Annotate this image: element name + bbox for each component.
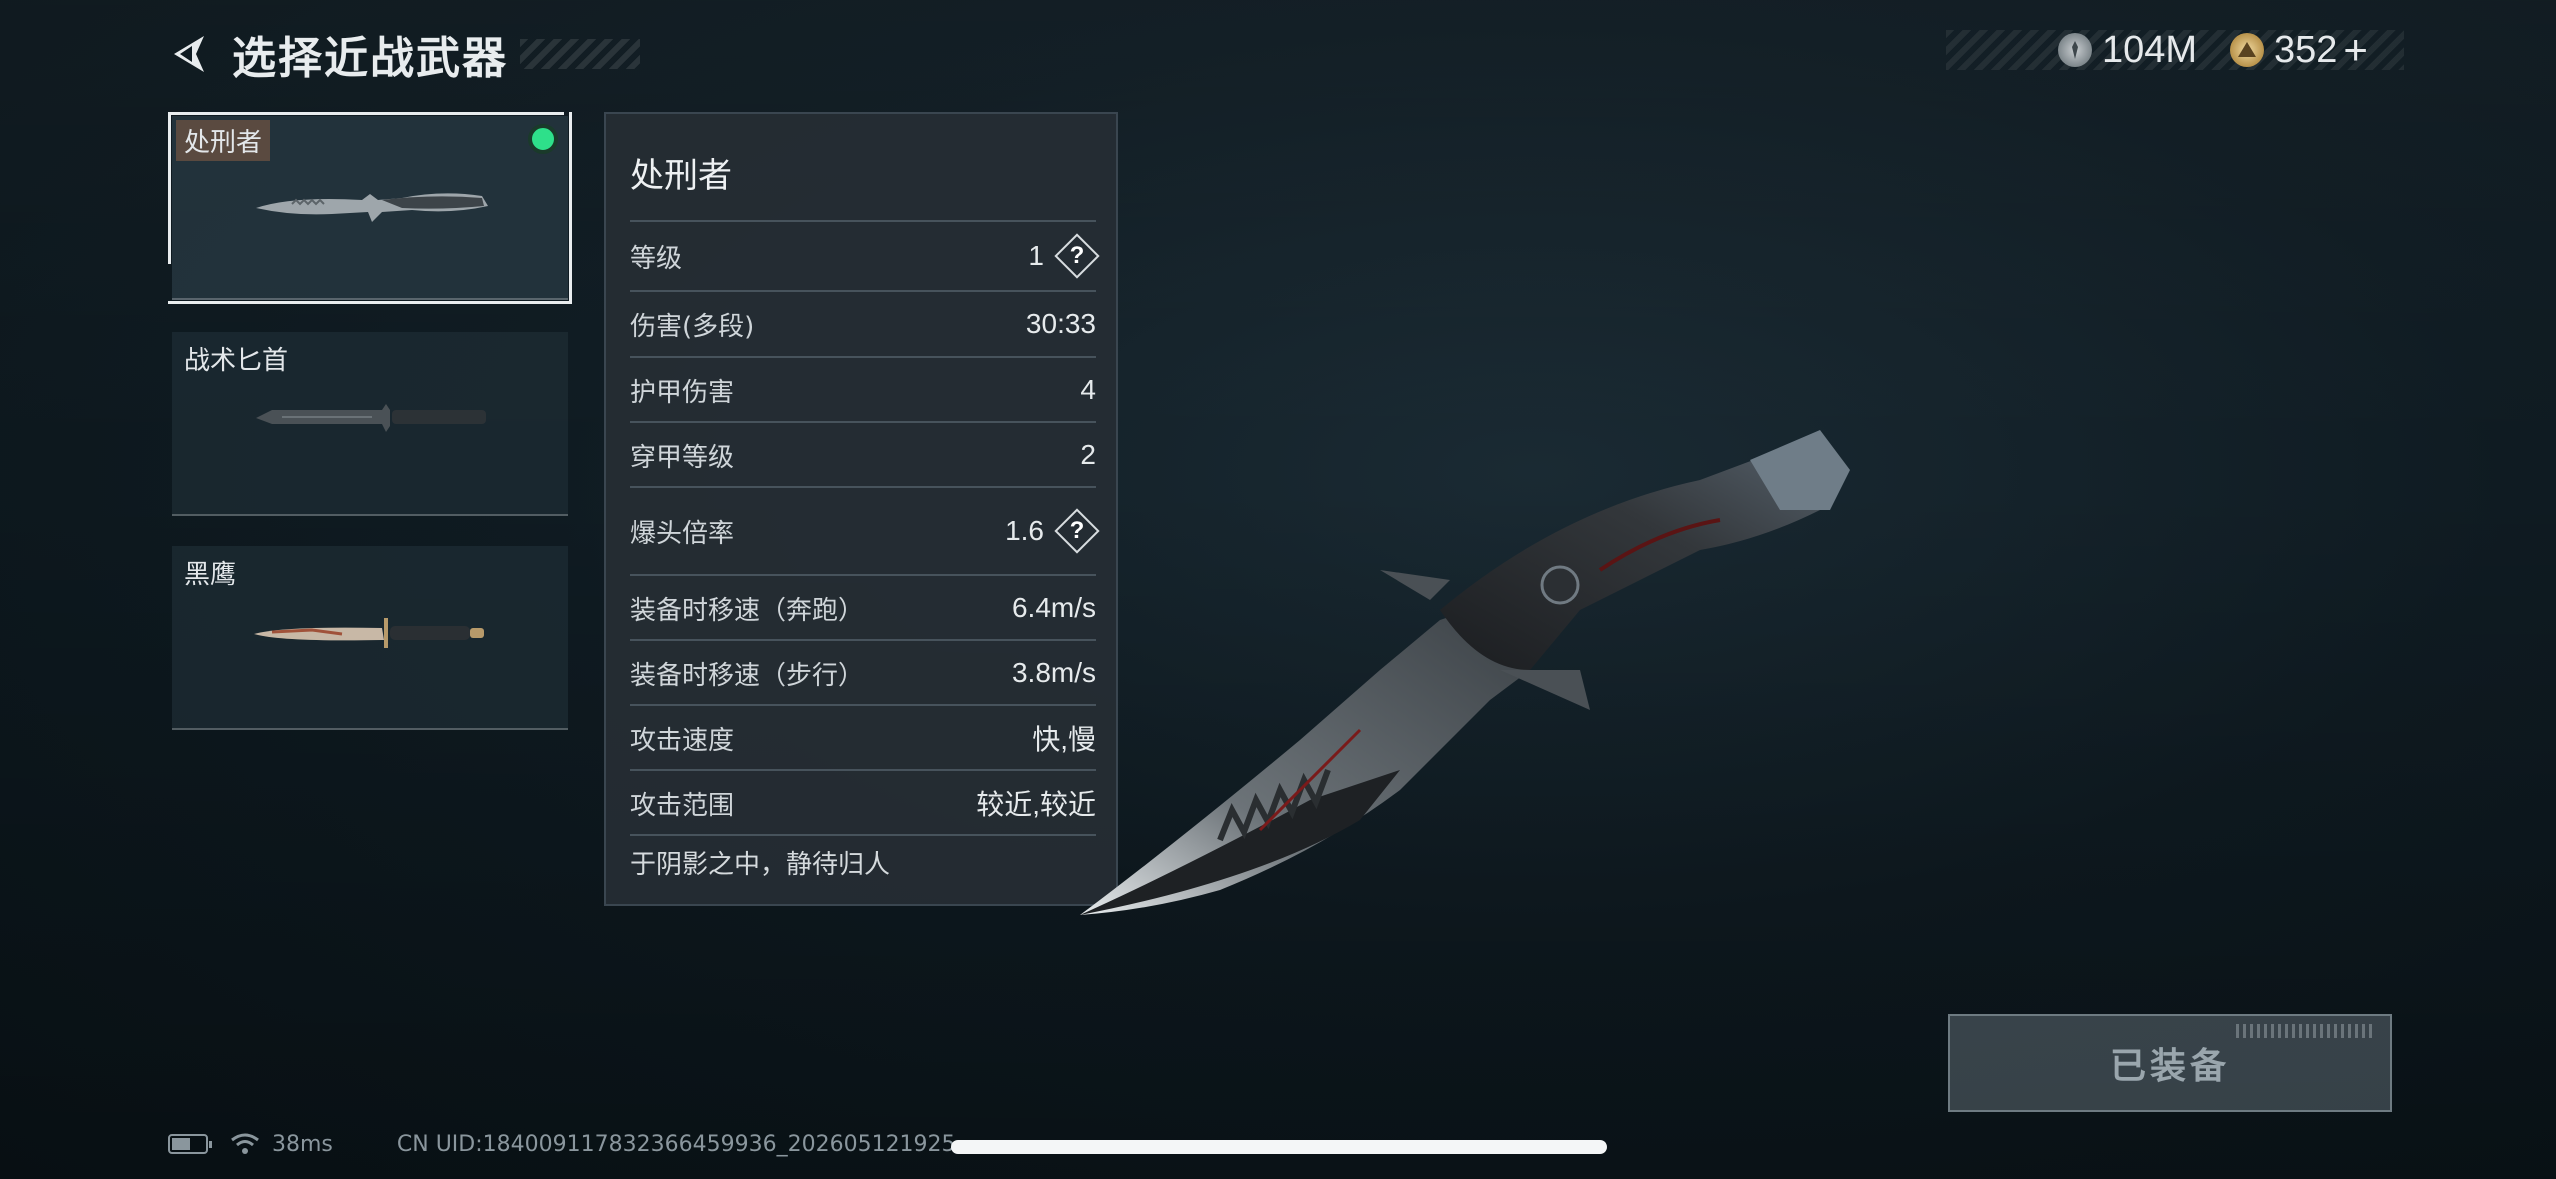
stat-row-headshot: 爆头倍率 1.6 ? [630, 486, 1096, 574]
stat-label: 等级 [630, 243, 683, 274]
stat-row-damage: 伤害(多段) 30:33 [630, 290, 1096, 356]
weapon-name: 黑鹰 [184, 560, 237, 590]
home-indicator[interactable] [951, 1140, 1607, 1154]
gold-coin-icon [2230, 33, 2264, 67]
help-icon: ? [1069, 242, 1085, 269]
back-arrow-icon [174, 36, 204, 72]
back-button[interactable] [168, 32, 212, 76]
stat-divider [630, 834, 1096, 836]
stat-label: 穿甲等级 [630, 442, 735, 473]
stat-label: 攻击范围 [630, 790, 735, 821]
header: 选择近战武器 [168, 28, 640, 84]
weapon-description: 于阴影之中，静待归人 [630, 850, 891, 880]
silver-value: 104M [2102, 28, 2198, 71]
stat-label: 伤害(多段) [630, 311, 755, 342]
add-currency-button[interactable]: + [2343, 26, 2368, 74]
stat-label: 装备时移速（奔跑） [630, 595, 865, 626]
gold-currency: 352 + [2230, 26, 2368, 74]
user-uid: CN UID:18400911783236645993​6_2026051219… [396, 1131, 956, 1157]
card-divider [172, 728, 568, 730]
weapon-card-black-hawk[interactable]: 黑鹰 [172, 546, 568, 730]
battery-icon [168, 1134, 212, 1154]
card-divider [172, 514, 568, 516]
title-stripe-decoration [520, 39, 640, 69]
card-divider [172, 298, 568, 300]
weapon-name: 战术匕首 [184, 346, 289, 376]
stat-label: 攻击速度 [630, 725, 735, 756]
selection-frame-top [168, 112, 564, 115]
stat-label: 爆头倍率 [630, 518, 735, 549]
stat-value: 1 [1028, 240, 1044, 271]
weapon-card-executioner[interactable]: 处刑者 [168, 112, 572, 304]
stat-row-walk-speed: 装备时移速（步行） 3.8m/s [630, 639, 1096, 705]
level-help-button[interactable]: ? [1058, 237, 1096, 275]
stat-label: 护甲伤害 [630, 377, 735, 408]
wifi-icon [231, 1133, 259, 1154]
executioner-knife-model [1080, 430, 1850, 915]
selection-frame-left [168, 112, 171, 264]
gold-value: 352 [2274, 28, 2338, 71]
stat-label: 装备时移速（步行） [630, 660, 865, 691]
silver-coin-icon [2058, 33, 2092, 67]
tactical-dagger-icon [256, 404, 486, 432]
page-title: 选择近战武器 [232, 33, 508, 84]
equipped-button[interactable]: 已装备 [1948, 1014, 2392, 1112]
stat-value: 30:33 [1025, 308, 1096, 339]
weapon-card-tactical-dagger[interactable]: 战术匕首 [172, 332, 568, 516]
stat-row-run-speed: 装备时移速（奔跑） 6.4m/s [630, 574, 1096, 640]
equipped-indicator-icon [528, 124, 558, 154]
executioner-knife-icon [256, 193, 488, 222]
status-bar: 38ms CN UID:18400911783236645993​6_20260… [168, 1126, 956, 1162]
silver-currency: 104M [2058, 28, 2197, 72]
stat-row-attack-speed: 攻击速度 快,慢 [630, 704, 1096, 770]
equipped-button-label: 已装备 [2109, 1046, 2230, 1087]
stat-row-level: 等级 1 ? [630, 220, 1096, 290]
stat-row-penetration: 穿甲等级 2 [630, 421, 1096, 487]
stat-row-attack-range: 攻击范围 较近,较近 [630, 769, 1096, 835]
stat-row-armor-damage: 护甲伤害 4 [630, 356, 1096, 422]
stat-value: 1.6 [1005, 515, 1044, 546]
stats-title: 处刑者 [630, 156, 732, 196]
weapon-name: 处刑者 [176, 120, 271, 161]
ping-value: 38ms [272, 1131, 333, 1157]
button-decoration [2236, 1024, 2376, 1038]
black-hawk-knife-icon [254, 618, 484, 648]
weapon-stats-panel: 处刑者 等级 1 ? 伤害(多段) 30:33 护甲伤害 4 穿甲等级 2 爆头… [604, 112, 1118, 906]
